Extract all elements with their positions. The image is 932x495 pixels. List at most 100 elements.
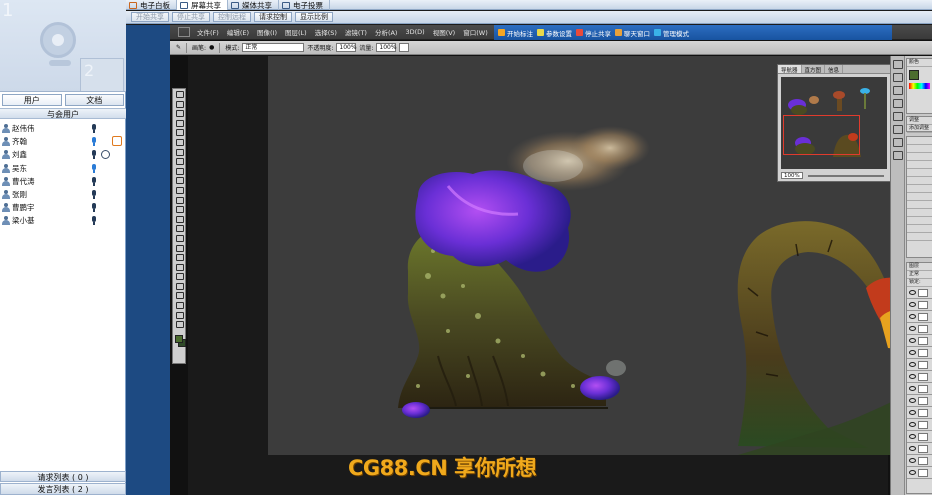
meeting-tab-1[interactable]: 屏幕共享 — [177, 0, 228, 10]
preset-row[interactable] — [907, 185, 932, 193]
preset-row[interactable] — [907, 209, 932, 217]
color-ramp[interactable] — [909, 83, 930, 89]
layer-row[interactable] — [907, 347, 932, 359]
tool-icon[interactable] — [173, 108, 185, 118]
visibility-eye-icon[interactable] — [909, 314, 916, 319]
preset-row[interactable] — [907, 193, 932, 201]
blend-mode-select[interactable]: 正常 — [907, 271, 932, 279]
visibility-eye-icon[interactable] — [909, 326, 916, 331]
tool-icon[interactable] — [173, 319, 185, 329]
share-button-2[interactable]: 控制远程 — [213, 12, 251, 22]
visibility-eye-icon[interactable] — [909, 386, 916, 391]
tool-icon[interactable] — [173, 156, 185, 166]
meeting-tab-2[interactable]: 媒体共享 — [228, 0, 279, 10]
tool-icon[interactable] — [173, 290, 185, 300]
tab-documents[interactable]: 文档 — [64, 94, 124, 106]
video-slot-2[interactable]: 2 — [80, 58, 124, 91]
attendee-row[interactable]: 梁小基 — [0, 214, 126, 227]
brush-preset-icon[interactable]: ● — [209, 44, 214, 51]
paths-panel-icon[interactable] — [893, 151, 903, 160]
tool-icon[interactable] — [173, 271, 185, 281]
ps-menu-item[interactable]: 视图(V) — [429, 27, 460, 37]
ps-menu-item[interactable]: 图层(L) — [281, 27, 311, 37]
navigator-zoom-input[interactable]: 100% — [781, 172, 803, 179]
flow-input[interactable]: 100% — [376, 43, 397, 52]
remote-control-4[interactable]: 管理模式 — [654, 28, 689, 38]
color-panel-icon[interactable] — [893, 60, 903, 69]
opacity-input[interactable]: 100% — [336, 43, 357, 52]
tool-icon[interactable] — [173, 243, 185, 253]
preset-row[interactable] — [907, 201, 932, 209]
share-button-0[interactable]: 开始共享 — [131, 12, 169, 22]
tool-icon[interactable] — [173, 89, 185, 99]
preset-row[interactable] — [907, 153, 932, 161]
layers-tab[interactable]: 图层 — [907, 263, 932, 271]
tool-icon[interactable] — [173, 118, 185, 128]
speaker-list-button[interactable]: 发言列表 ( 2 ) — [0, 483, 126, 495]
tool-icon[interactable] — [173, 185, 185, 195]
airbrush-toggle-icon[interactable] — [399, 43, 410, 52]
layer-row[interactable] — [907, 455, 932, 467]
layer-row[interactable] — [907, 431, 932, 443]
tab-users[interactable]: 用户 — [2, 94, 62, 106]
preset-row[interactable] — [907, 217, 932, 225]
visibility-eye-icon[interactable] — [909, 338, 916, 343]
ps-menu-item[interactable]: 滤镜(T) — [341, 27, 371, 37]
tool-icon[interactable] — [173, 99, 185, 109]
layer-row[interactable] — [907, 407, 932, 419]
swatches-panel-icon[interactable] — [893, 73, 903, 82]
microphone-icon[interactable] — [92, 150, 96, 160]
mode-select[interactable]: 正常 — [242, 43, 305, 52]
visibility-eye-icon[interactable] — [909, 374, 916, 379]
meeting-tab-3[interactable]: 电子投票 — [279, 0, 330, 10]
tool-icon[interactable] — [173, 195, 185, 205]
visibility-eye-icon[interactable] — [909, 398, 916, 403]
microphone-icon[interactable] — [92, 203, 96, 213]
styles-panel-icon[interactable] — [893, 86, 903, 95]
preset-row[interactable] — [907, 137, 932, 145]
request-list-button[interactable]: 请求列表 ( 0 ) — [0, 471, 126, 482]
ps-menu-item[interactable]: 图像(I) — [253, 27, 281, 37]
visibility-eye-icon[interactable] — [909, 362, 916, 367]
masks-panel-icon[interactable] — [893, 112, 903, 121]
preset-row[interactable] — [907, 145, 932, 153]
layer-row[interactable] — [907, 287, 932, 299]
ps-menu-item[interactable]: 3D(D) — [401, 28, 428, 36]
tool-icon[interactable] — [173, 166, 185, 176]
layer-row[interactable] — [907, 311, 932, 323]
navigator-thumbnail[interactable] — [781, 77, 887, 169]
ps-menu-item[interactable]: 窗口(W) — [459, 27, 492, 37]
layer-row[interactable] — [907, 443, 932, 455]
tab-info[interactable]: 信息 — [825, 65, 844, 74]
edit-permission-icon[interactable] — [112, 136, 122, 147]
channels-panel-icon[interactable] — [893, 138, 903, 147]
tool-icon[interactable] — [173, 127, 185, 137]
visibility-eye-icon[interactable] — [909, 290, 916, 295]
attendee-row[interactable]: 吴东 — [0, 162, 126, 175]
tool-icon[interactable] — [173, 262, 185, 272]
visibility-eye-icon[interactable] — [909, 434, 916, 439]
attendee-row[interactable]: 张刚 — [0, 188, 126, 201]
color-panel-tab[interactable]: 颜色 — [907, 59, 932, 67]
tab-histogram[interactable]: 直方图 — [802, 65, 826, 74]
navigator-zoom-slider[interactable] — [808, 175, 884, 177]
tool-icon[interactable] — [173, 223, 185, 233]
foreground-color[interactable] — [175, 335, 183, 343]
visibility-eye-icon[interactable] — [909, 458, 916, 463]
visibility-eye-icon[interactable] — [909, 410, 916, 415]
attendee-row[interactable]: 赵伟伟 — [0, 122, 126, 135]
microphone-icon[interactable] — [92, 176, 96, 186]
adjustments-panel-icon[interactable] — [893, 99, 903, 108]
microphone-icon[interactable] — [92, 189, 96, 199]
tool-icon[interactable] — [173, 214, 185, 224]
layer-row[interactable] — [907, 323, 932, 335]
adjustments-tab[interactable]: 调整 — [907, 117, 932, 125]
visibility-eye-icon[interactable] — [909, 470, 916, 475]
visibility-eye-icon[interactable] — [909, 422, 916, 427]
attendee-row[interactable]: 刘鑫 — [0, 148, 126, 161]
visibility-eye-icon[interactable] — [909, 350, 916, 355]
preset-row[interactable] — [907, 169, 932, 177]
visibility-eye-icon[interactable] — [909, 302, 916, 307]
microphone-icon[interactable] — [92, 216, 96, 226]
preset-row[interactable] — [907, 161, 932, 169]
